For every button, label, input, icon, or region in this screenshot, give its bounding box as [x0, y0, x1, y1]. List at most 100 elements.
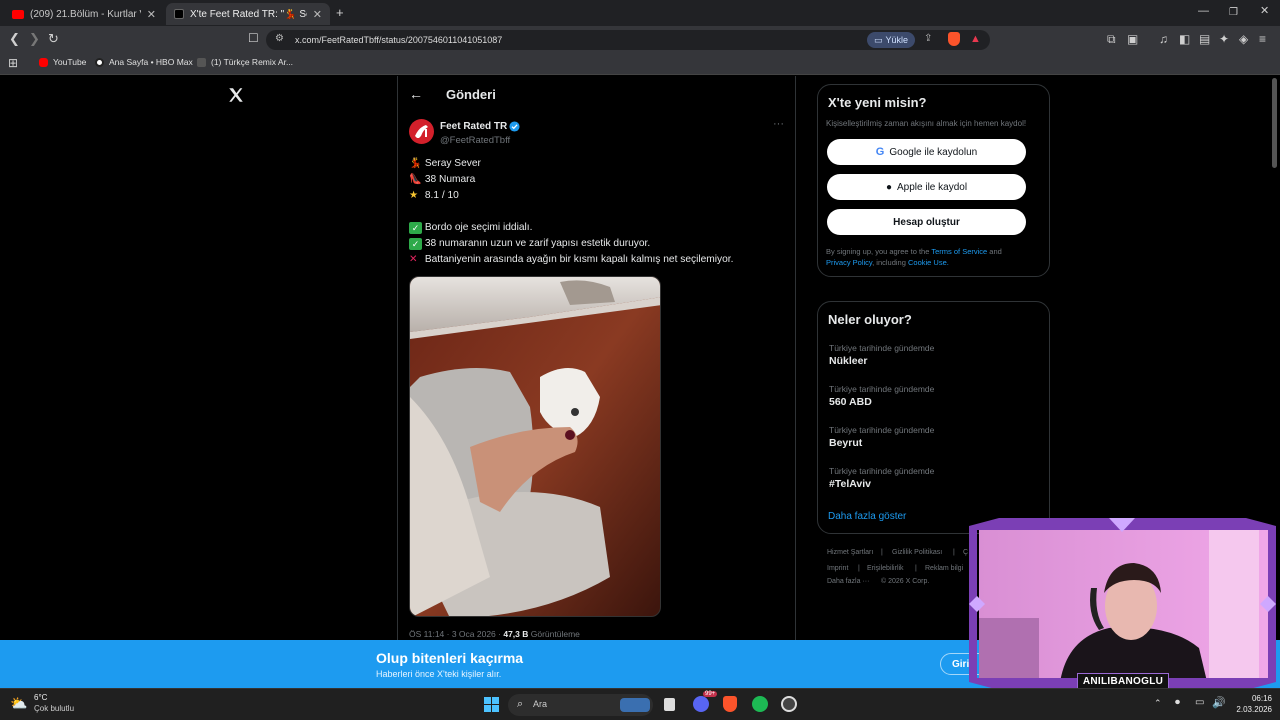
monitor-icon: ▭ [873, 34, 883, 45]
clock-date: 2.03.2026 [1236, 705, 1272, 714]
discord-icon[interactable] [693, 696, 709, 712]
app-icon[interactable] [781, 696, 797, 712]
new-tab-icon[interactable]: + [336, 6, 344, 19]
reload-icon[interactable]: ↻ [48, 32, 59, 45]
handle[interactable]: @FeetRatedTbff [440, 135, 510, 146]
page-title: Gönderi [446, 87, 496, 102]
taskbar-search[interactable]: ⌕ Ara [508, 694, 653, 716]
trends-title: Neler oluyor? [828, 312, 912, 327]
dancer-emoji-icon: 💃 [409, 158, 422, 169]
hbo-icon [95, 57, 104, 67]
tweet-line: ✓ 38 numaranın uzun ve zarif yapısı este… [409, 236, 789, 252]
tweet-time[interactable]: ÖS 11:14 · 3 Oca 2026 · [409, 629, 503, 639]
upload-button[interactable]: ▭ Yükle [867, 32, 915, 48]
privacy-link[interactable]: Privacy Policy [826, 258, 872, 267]
apps-grid-icon[interactable]: ⊞ [8, 57, 18, 70]
x-logo-icon [174, 9, 184, 19]
show-more-link[interactable]: Daha fazla göster [828, 511, 906, 522]
bookmark-youtube[interactable]: YouTube [39, 57, 86, 67]
windows-taskbar: ⛅ 6°C Çok bulutlu ⌕ Ara 99+ ⌃ ⏺ ▭ 🔊 06:1… [0, 688, 1280, 720]
vpn-icon[interactable]: ◈ [1239, 33, 1248, 46]
tweet-line: ✓ Bordo oje seçimi iddialı. [409, 220, 789, 236]
brave-shield-icon[interactable] [948, 32, 960, 46]
tweet-image[interactable] [409, 276, 661, 617]
weather-desc: Çok bulutlu [34, 704, 75, 713]
media-icon[interactable]: ♫ [1159, 33, 1168, 46]
sidebar-icon[interactable]: ◧ [1179, 33, 1190, 46]
bookmarks-bar: ⊞ YouTube Ana Sayfa • HBO Max (1) Türkçe… [0, 53, 1280, 75]
back-icon[interactable]: ❮ [9, 32, 20, 45]
create-account-button[interactable]: Hesap oluştur [827, 209, 1026, 235]
shoe-emoji-icon: 👠 [409, 174, 422, 185]
apple-signup-button[interactable]: ● Apple ile kaydol [827, 174, 1026, 200]
address-bar[interactable]: ⚙ x.com/FeetRatedTbff/status/20075460110… [266, 30, 990, 50]
network-icon[interactable]: ▭ [1195, 697, 1204, 708]
site-info-icon[interactable]: ⚙ [275, 33, 284, 44]
minimize-icon[interactable]: — [1198, 5, 1209, 18]
spotify-icon[interactable] [752, 696, 768, 712]
footer-link[interactable]: Hizmet Şartları [827, 549, 873, 556]
avatar[interactable] [409, 119, 434, 144]
signup-card: X'te yeni misin? Kişiselleştirilmiş zama… [817, 84, 1050, 277]
webcam-frame [969, 518, 1276, 690]
brave-icon[interactable] [723, 696, 737, 712]
banner-subtitle: Haberleri önce X'teki kişiler alır. [376, 669, 502, 679]
tweet-meta: ÖS 11:14 · 3 Oca 2026 · 47,3 B Görüntüle… [409, 629, 580, 639]
footer-link[interactable]: Ç [963, 549, 968, 556]
notification-badge: 99+ [703, 691, 718, 697]
bookmark-hbo-max[interactable]: Ana Sayfa • HBO Max [95, 57, 193, 67]
x-logo-icon[interactable] [227, 86, 245, 104]
wallet-icon[interactable]: ▤ [1199, 33, 1210, 46]
tweet-line: 💃 Seray Sever [409, 156, 789, 172]
terms-link[interactable]: Terms of Service [931, 247, 987, 256]
post-column: ← Gönderi Feet Rated TR @FeetRatedTbff ·… [397, 76, 796, 640]
check-mark-icon: ✓ [409, 222, 422, 234]
microphone-icon[interactable]: ⏺ [1175, 697, 1180, 708]
display-name[interactable]: Feet Rated TR [440, 121, 507, 132]
clock[interactable]: 06:16 2.03.2026 [1228, 693, 1272, 715]
start-button[interactable] [484, 697, 499, 712]
copyright: © 2026 X Corp. [881, 578, 930, 585]
forward-icon[interactable]: ❯ [29, 32, 40, 45]
tab-title: X'te Feet Rated TR: "💃 Seray Se [190, 8, 307, 20]
tweet-line: 👠 38 Numara [409, 172, 789, 188]
google-signup-button[interactable]: G Google ile kaydolun [827, 139, 1026, 165]
footer-link[interactable]: Imprint [827, 565, 848, 572]
weather-widget[interactable]: ⛅ 6°C Çok bulutlu [10, 693, 90, 717]
scrollbar-thumb[interactable] [1272, 78, 1277, 168]
tab-strip: (209) 21.Bölüm - Kurtlar Vadisi | 4K - ✕… [0, 0, 1280, 26]
tab-youtube[interactable]: (209) 21.Bölüm - Kurtlar Vadisi | 4K - ✕ [4, 3, 164, 25]
cookie-link[interactable]: Cookie Use. [908, 258, 949, 267]
brave-rewards-icon[interactable]: ▲ [970, 33, 981, 45]
clock-time: 06:16 [1251, 694, 1272, 703]
trends-card: Neler oluyor? Türkiye tarihinde gündemde… [817, 301, 1050, 534]
footer-link[interactable]: Erişilebilirlik [867, 565, 904, 572]
footer-link[interactable]: Reklam bilgi [925, 565, 963, 572]
cross-mark-icon: ✕ [409, 254, 418, 265]
extensions-icon[interactable]: ⧉ [1107, 33, 1116, 46]
window-close-icon[interactable]: ✕ [1260, 5, 1269, 18]
share-icon[interactable]: ⇪ [924, 33, 932, 44]
view-count: 47,3 B [503, 629, 529, 639]
footer-more[interactable]: Daha fazla ··· [827, 578, 869, 585]
bookmark-remix[interactable]: (1) Türkçe Remix Ar... [197, 57, 293, 67]
back-arrow-icon[interactable]: ← [409, 86, 423, 102]
restore-icon[interactable]: ❐ [1229, 6, 1238, 19]
youtube-icon [12, 9, 24, 19]
close-tab-icon[interactable]: ✕ [147, 8, 156, 21]
volume-icon[interactable]: 🔊 [1212, 696, 1226, 709]
screenshot-icon[interactable]: ▣ [1127, 33, 1138, 46]
url-text[interactable]: x.com/FeetRatedTbff/status/2007546011041… [295, 35, 502, 45]
tab-x-post[interactable]: X'te Feet Rated TR: "💃 Seray Se ✕ [166, 3, 330, 25]
tray-chevron-icon[interactable]: ⌃ [1154, 698, 1162, 709]
signup-subtitle: Kişiselleştirilmiş zaman akışını almak i… [826, 119, 1027, 128]
menu-icon[interactable]: ≡ [1259, 33, 1266, 46]
footer-link[interactable]: Gizlilik Politikası [892, 549, 942, 556]
task-view-icon[interactable] [664, 698, 675, 711]
leo-ai-icon[interactable]: ✦ [1219, 33, 1229, 46]
search-icon: ⌕ [517, 698, 524, 710]
more-options-icon[interactable]: ··· [773, 118, 784, 130]
webcam-overlay: ANILIBANOGLU [969, 518, 1276, 690]
bookmark-icon[interactable]: ☐ [248, 32, 259, 45]
close-tab-icon[interactable]: ✕ [313, 8, 322, 21]
